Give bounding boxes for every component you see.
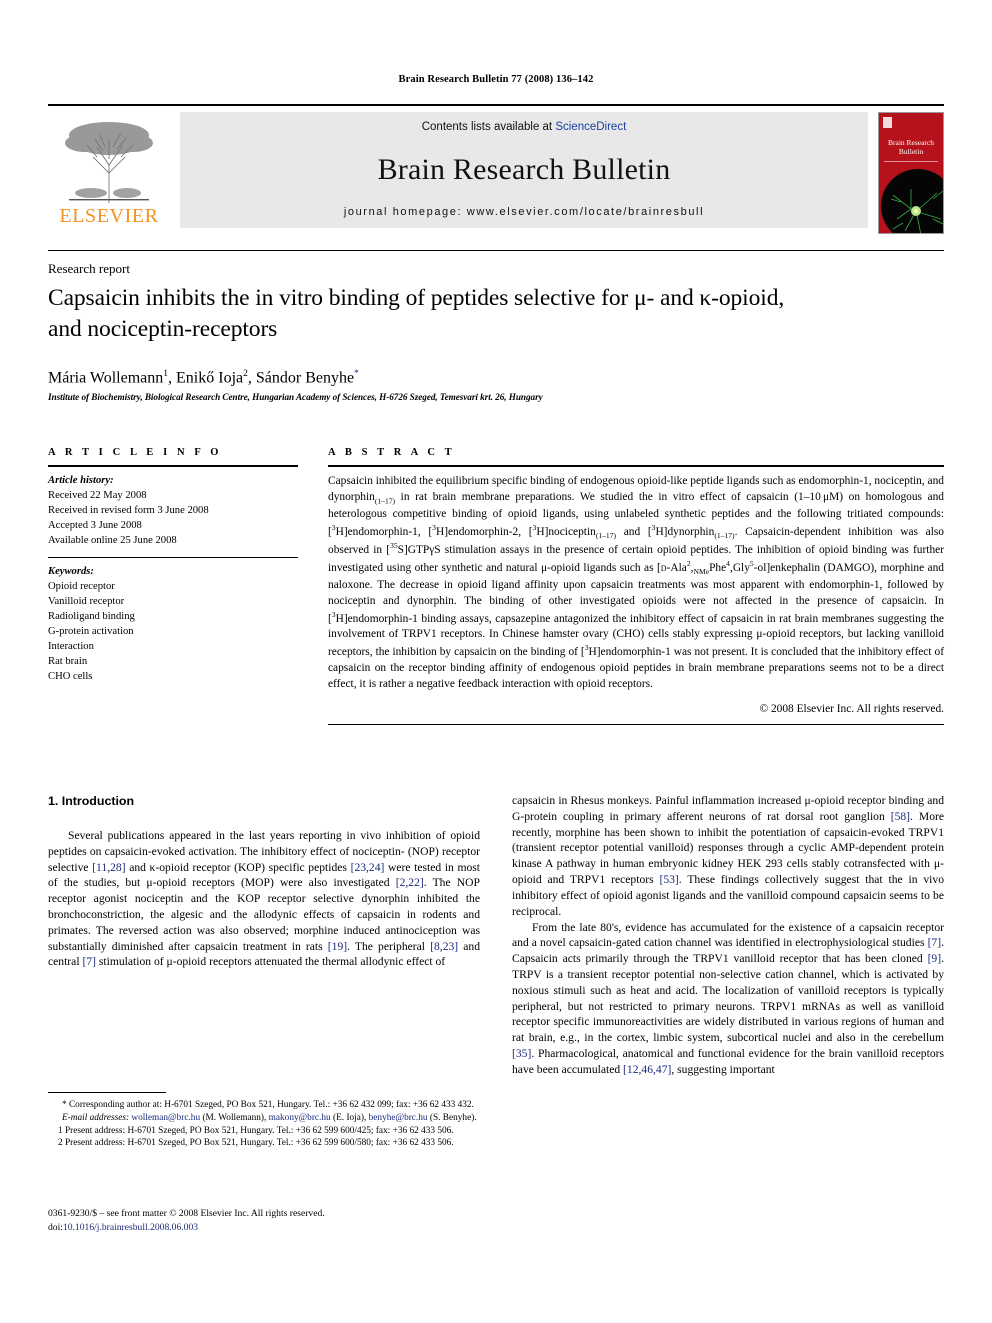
paragraph: Several publications appeared in the las… — [48, 828, 481, 969]
article-history-block: Article history: Received 22 May 2008 Re… — [48, 473, 298, 548]
keyword-item: G-protein activation — [48, 626, 134, 638]
keyword-item: Vanilloid receptor — [48, 596, 125, 608]
article-info-panel: A R T I C L E I N F O Article history: R… — [48, 447, 298, 684]
citation-reference[interactable]: [58] — [891, 810, 910, 823]
journal-homepage-link[interactable]: journal homepage: www.elsevier.com/locat… — [344, 206, 704, 218]
journal-cover-thumbnail[interactable]: Brain Research Bulletin — [878, 112, 944, 234]
citation-reference[interactable]: [19] — [328, 940, 347, 953]
email-addresses-note: E-mail addresses: wolleman@brc.hu (M. Wo… — [62, 1112, 477, 1123]
citation-reference[interactable]: [7] — [82, 955, 96, 968]
author-mark[interactable]: 2 — [243, 369, 248, 379]
keywords-rule — [48, 557, 298, 559]
email-link[interactable]: benyhe@brc.hu — [369, 1113, 428, 1123]
abstract-rule — [328, 465, 944, 467]
body-column-right: capsaicin in Rhesus monkeys. Painful inf… — [512, 793, 944, 1078]
contents-prefix: Contents lists available at — [421, 121, 556, 133]
journal-masthead: ELSEVIER Contents lists available at Sci… — [48, 104, 944, 234]
citation-reference[interactable]: [11,28] — [92, 861, 125, 874]
keyword-item: Interaction — [48, 641, 94, 653]
email-link[interactable]: makony@brc.hu — [269, 1113, 331, 1123]
sciencedirect-link[interactable]: ScienceDirect — [555, 121, 626, 133]
author-name[interactable]: Mária Wollemann — [48, 369, 163, 386]
keywords-block: Keywords: Opioid receptor Vanilloid rece… — [48, 564, 298, 684]
article-type-kicker: Research report — [48, 261, 130, 276]
elsevier-tree-icon — [65, 122, 153, 203]
title-line-1: Capsaicin inhibits the in vitro binding … — [48, 285, 785, 311]
cover-title: Brain Research Bulletin — [879, 138, 943, 156]
citation-reference[interactable]: [23,24] — [351, 861, 385, 874]
doi-link[interactable]: 10.1016/j.brainresbull.2008.06.003 — [63, 1222, 198, 1233]
citation-reference[interactable]: [7] — [928, 936, 942, 949]
email-owner: (S. Benyhe) — [429, 1112, 475, 1123]
footnote-rule — [48, 1092, 166, 1093]
author-list: Mária Wollemann1, Enikő Ioja2, Sándor Be… — [48, 369, 359, 387]
email-owner: (M. Wollemann) — [202, 1112, 265, 1123]
keyword-item: Opioid receptor — [48, 581, 115, 593]
running-head: Brain Research Bulletin 77 (2008) 136–14… — [398, 74, 594, 85]
citation-reference[interactable]: [12,46,47] — [623, 1063, 671, 1076]
keyword-item: Rat brain — [48, 656, 88, 668]
author-name[interactable]: Enikő Ioja — [176, 369, 243, 386]
abstract-copyright: © 2008 Elsevier Inc. All rights reserved… — [759, 702, 944, 715]
author-mark[interactable]: 1 — [163, 369, 168, 379]
abstract-text: Capsaicin inhibited the equilibrium spec… — [328, 475, 945, 690]
journal-article-page: Brain Research Bulletin 77 (2008) 136–14… — [0, 0, 992, 1323]
keyword-item: CHO cells — [48, 671, 93, 683]
contents-available-line: Contents lists available at ScienceDirec… — [422, 121, 627, 133]
masthead-center-panel: Contents lists available at ScienceDirec… — [180, 112, 868, 228]
elsevier-logo[interactable]: ELSEVIER — [48, 112, 170, 228]
present-address-note-1: 1 Present address: H-6701 Szeged, PO Box… — [58, 1125, 454, 1136]
journal-title: Brain Research Bulletin — [377, 152, 671, 186]
imprint-block: 0361-9230/$ – see front matter © 2008 El… — [48, 1207, 480, 1234]
title-line-2: and nociceptin-receptors — [48, 315, 278, 342]
body-column-left: 1. Introduction Several publications app… — [48, 793, 480, 970]
elsevier-wordmark: ELSEVIER — [59, 205, 159, 227]
paragraph: From the late 80's, evidence has accumul… — [512, 920, 944, 1076]
email-link[interactable]: wolleman@brc.hu — [131, 1113, 200, 1123]
citation-reference[interactable]: [35] — [512, 1047, 531, 1060]
article-history-label: Article history: — [48, 475, 114, 486]
history-item: Available online 25 June 2008 — [48, 535, 177, 547]
citation-reference[interactable]: [9] — [928, 952, 942, 965]
author-name[interactable]: Sándor Benyhe — [256, 369, 354, 386]
corresponding-author-note: * Corresponding author at: H-6701 Szeged… — [62, 1100, 474, 1110]
history-item: Accepted 3 June 2008 — [48, 520, 142, 532]
history-item: Received in revised form 3 June 2008 — [48, 505, 209, 517]
cover-title-line2: Bulletin — [898, 146, 924, 156]
citation-reference[interactable]: [2,22] — [396, 876, 424, 889]
abstract-bottom-rule — [328, 723, 944, 725]
email-label: E-mail addresses: — [62, 1112, 130, 1123]
issn-front-matter: 0361-9230/$ – see front matter © 2008 El… — [48, 1208, 325, 1219]
abstract-heading: A B S T R A C T — [328, 447, 456, 458]
keywords-label: Keywords: — [48, 566, 94, 578]
abstract-panel: A B S T R A C T Capsaicin inhibited the … — [328, 447, 944, 725]
citation-reference[interactable]: [53] — [659, 873, 678, 886]
cover-neuron-icon — [890, 189, 943, 233]
title-top-rule — [48, 250, 944, 251]
section-heading-introduction: 1. Introduction — [48, 794, 135, 808]
cover-divider — [884, 161, 938, 162]
present-address-note-2: 2 Present address: H-6701 Szeged, PO Box… — [58, 1138, 454, 1149]
doi-line: doi:10.1016/j.brainresbull.2008.06.003 — [48, 1221, 480, 1235]
author-affiliation: Institute of Biochemistry, Biological Re… — [48, 392, 543, 402]
page-title: Capsaicin inhibits the in vitro binding … — [48, 283, 938, 344]
paragraph: capsaicin in Rhesus monkeys. Painful inf… — [512, 794, 944, 918]
cover-elsevier-mark-icon — [883, 117, 892, 128]
article-info-heading: A R T I C L E I N F O — [48, 447, 223, 458]
email-owner: (E. Ioja) — [333, 1112, 364, 1123]
doi-prefix: doi: — [48, 1221, 63, 1233]
corresponding-author-mark[interactable]: * — [354, 369, 359, 379]
keyword-item: Radioligand binding — [48, 611, 135, 623]
history-item: Received 22 May 2008 — [48, 490, 147, 502]
article-info-rule — [48, 465, 298, 467]
footnote-block: * Corresponding author at: H-6701 Szeged… — [48, 1092, 480, 1150]
citation-reference[interactable]: [8,23] — [430, 940, 458, 953]
